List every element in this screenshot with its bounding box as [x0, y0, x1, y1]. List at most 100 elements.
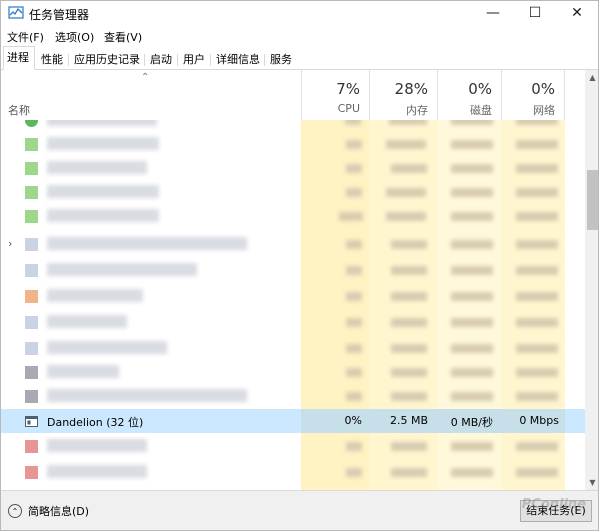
blurred-value: [451, 468, 493, 477]
table-row[interactable]: [1, 156, 585, 180]
blurred-process-name: [47, 439, 147, 452]
tab-separator: [144, 54, 145, 66]
menu-file[interactable]: 文件(F): [7, 29, 44, 45]
process-name: Dandelion (32 位): [47, 416, 144, 429]
table-row[interactable]: [1, 460, 585, 484]
process-icon: [25, 342, 38, 355]
footer-bar: ⌃ 简略信息(D) 结束任务(E): [1, 490, 598, 530]
process-icon: [25, 120, 38, 127]
minimize-button[interactable]: —: [472, 1, 514, 26]
process-cpu: 0%: [344, 414, 362, 427]
tab-startup[interactable]: 启动: [146, 50, 176, 68]
blurred-value: [346, 442, 362, 451]
header-disk[interactable]: 0% 磁盘: [437, 70, 501, 120]
tab-processes[interactable]: 进程: [3, 46, 35, 70]
task-manager-icon: [8, 6, 24, 19]
table-row[interactable]: [1, 434, 585, 458]
cpu-label: CPU: [337, 102, 360, 115]
process-icon: [25, 138, 38, 151]
fewer-details-toggle[interactable]: ⌃ 简略信息(D): [8, 503, 89, 519]
blurred-value: [389, 120, 427, 125]
cpu-percent: 7%: [336, 80, 360, 98]
blurred-value: [451, 442, 493, 451]
blurred-value: [516, 140, 558, 149]
blurred-process-name: [47, 365, 119, 378]
table-row[interactable]: [1, 310, 585, 334]
blurred-value: [391, 392, 427, 401]
process-icon: [25, 210, 38, 223]
blurred-value: [339, 212, 363, 221]
table-row[interactable]: [1, 360, 585, 384]
blurred-value: [451, 140, 493, 149]
process-icon: [25, 186, 38, 199]
table-row[interactable]: [1, 384, 585, 408]
table-row[interactable]: [1, 258, 585, 282]
tab-app-history[interactable]: 应用历史记录: [70, 50, 144, 68]
table-row[interactable]: [1, 132, 585, 156]
blurred-value: [346, 368, 362, 377]
blurred-value: [516, 164, 558, 173]
tab-users[interactable]: 用户: [179, 50, 209, 68]
process-list[interactable]: › Dandelion (32 位) 0% 2.5 MB 0 MB/秒 0 Mb…: [1, 120, 585, 490]
window-title: 任务管理器: [29, 8, 90, 22]
table-row-selected[interactable]: Dandelion (32 位) 0% 2.5 MB 0 MB/秒 0 Mbps: [1, 409, 585, 433]
tab-details[interactable]: 详细信息: [212, 50, 264, 68]
blurred-value: [516, 212, 558, 221]
table-row[interactable]: [1, 284, 585, 308]
process-icon: [25, 366, 38, 379]
blurred-process-name: [47, 137, 159, 150]
blurred-value: [391, 266, 427, 275]
blurred-value: [451, 164, 493, 173]
blurred-value: [451, 318, 493, 327]
table-row[interactable]: [1, 180, 585, 204]
vertical-scrollbar[interactable]: ▲ ▼: [585, 70, 598, 490]
process-icon: [25, 290, 38, 303]
blurred-process-name: [47, 341, 167, 354]
scroll-up-icon[interactable]: ▲: [585, 70, 598, 85]
title-bar[interactable]: 任务管理器 — ☐ ✕: [1, 1, 598, 26]
network-percent: 0%: [531, 80, 555, 98]
header-memory[interactable]: 28% 内存: [369, 70, 437, 120]
header-name[interactable]: 名称: [8, 102, 30, 118]
blurred-value: [386, 212, 426, 221]
blurred-value: [516, 442, 558, 451]
scroll-down-icon[interactable]: ▼: [585, 475, 598, 490]
process-network: 0 Mbps: [519, 414, 559, 427]
blurred-value: [451, 188, 493, 197]
table-row[interactable]: [1, 336, 585, 360]
blurred-value: [346, 318, 362, 327]
tab-services[interactable]: 服务: [266, 50, 296, 68]
blurred-value: [346, 188, 362, 197]
blurred-value: [345, 120, 361, 125]
blurred-value: [451, 240, 493, 249]
menu-bar: 文件(F) 选项(O) 查看(V): [1, 26, 598, 46]
process-memory: 2.5 MB: [389, 414, 428, 427]
blurred-value: [451, 368, 493, 377]
process-disk: 0 MB/秒: [450, 416, 493, 429]
column-header: ⌃ 名称 7% CPU 28% 内存 0% 磁盘 0% 网络: [1, 70, 585, 121]
blurred-value: [391, 368, 427, 377]
scrollbar-thumb[interactable]: [587, 170, 598, 230]
header-network[interactable]: 0% 网络: [501, 70, 565, 120]
table-row[interactable]: [1, 204, 585, 228]
expand-chevron-icon[interactable]: ›: [8, 237, 12, 250]
header-cpu[interactable]: 7% CPU: [301, 70, 369, 120]
disk-percent: 0%: [468, 80, 492, 98]
menu-view[interactable]: 查看(V): [104, 29, 142, 45]
menu-options[interactable]: 选项(O): [55, 29, 94, 45]
fewer-details-label: 简略信息(D): [28, 505, 90, 518]
process-icon: [25, 264, 38, 277]
table-row[interactable]: [1, 120, 585, 132]
blurred-process-name: [47, 120, 157, 126]
blurred-process-name: [47, 237, 247, 250]
disk-label: 磁盘: [470, 104, 492, 117]
maximize-button[interactable]: ☐: [514, 1, 556, 26]
tab-performance[interactable]: 性能: [37, 50, 67, 68]
blurred-value: [516, 266, 558, 275]
tab-separator: [68, 54, 69, 66]
memory-percent: 28%: [394, 80, 428, 98]
close-button[interactable]: ✕: [556, 1, 598, 26]
blurred-value: [516, 188, 558, 197]
sort-up-icon: ⌃: [141, 72, 150, 83]
table-row[interactable]: ›: [1, 232, 585, 256]
